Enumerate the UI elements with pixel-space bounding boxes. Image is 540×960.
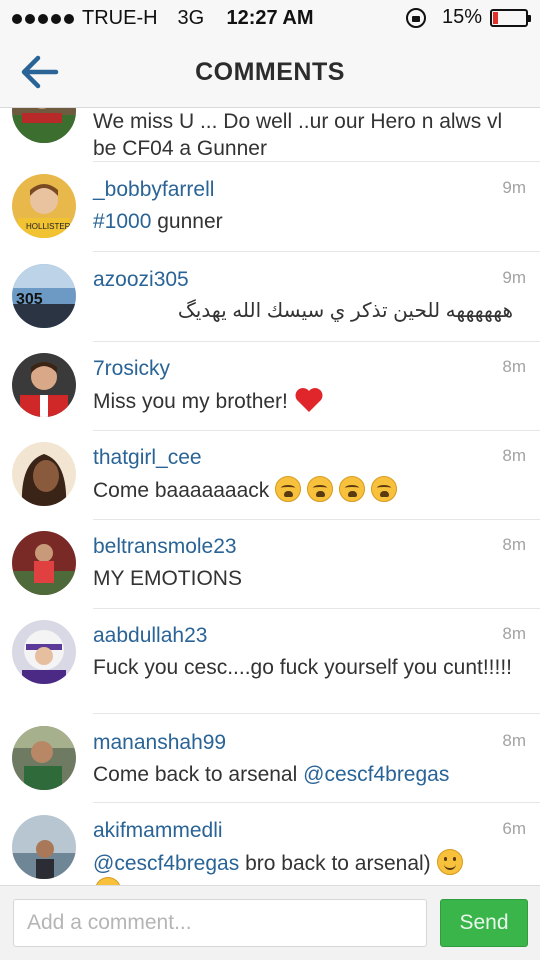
comment-item: akifmammedli @cescf4bregas bro back to a… — [0, 803, 540, 885]
comment-body: Come back to arsenal — [93, 763, 298, 786]
mention-link[interactable]: @cescf4bregas — [303, 763, 449, 786]
comment-item: aabdullah23 Fuck you cesc....go fuck you… — [0, 609, 540, 714]
avatar[interactable]: 305 — [12, 264, 76, 328]
comments-list[interactable]: We miss U ... Do well ..ur our Hero n al… — [0, 108, 540, 885]
avatar[interactable] — [12, 531, 76, 595]
comment-username[interactable]: beltransmole23 — [93, 535, 237, 559]
comment-input[interactable] — [13, 899, 427, 947]
comment-time: 8m — [502, 624, 526, 643]
svg-text:305: 305 — [16, 291, 43, 308]
status-right: 15% — [405, 6, 531, 29]
comment-username[interactable]: _bobbyfarrell — [93, 178, 214, 202]
comment-text: @cescf4bregas bro back to arsenal) — [93, 849, 513, 885]
comment-item: We miss U ... Do well ..ur our Hero n al… — [0, 108, 540, 162]
svg-text:HOLLISTER: HOLLISTER — [26, 222, 71, 231]
comment-time: 9m — [502, 268, 526, 287]
comment-time: 8m — [502, 446, 526, 465]
battery-level — [493, 11, 498, 24]
comment-username[interactable]: akifmammedli — [93, 819, 223, 843]
comment-body: gunner — [157, 210, 223, 233]
comment-item: thatgirl_cee Come baaaaaaack 8m — [0, 431, 540, 520]
comment-item: HOLLISTER _bobbyfarrell #1000 gunner 9m — [0, 162, 540, 252]
hashtag-link[interactable]: #1000 — [93, 210, 151, 233]
comment-item: 7rosicky Miss you my brother! 8m — [0, 342, 540, 431]
battery-icon — [490, 8, 531, 27]
avatar[interactable]: HOLLISTER — [12, 174, 76, 238]
comment-time: 9m — [502, 178, 526, 197]
comment-time: 8m — [502, 731, 526, 750]
comment-text: Fuck you cesc....go fuck yourself you cu… — [93, 656, 513, 679]
comment-text: Miss you my brother! — [93, 387, 513, 415]
smiling-face-icon — [436, 849, 463, 875]
comment-username[interactable]: 7rosicky — [93, 357, 170, 381]
comment-composer: Send — [0, 885, 540, 960]
weary-face-icon — [371, 476, 398, 502]
rotation-lock-icon — [405, 7, 426, 28]
comment-text: Come baaaaaaack — [93, 476, 513, 504]
comment-username[interactable]: mananshah99 — [93, 731, 226, 755]
avatar[interactable] — [12, 726, 76, 790]
avatar[interactable] — [12, 353, 76, 417]
send-button[interactable]: Send — [440, 899, 528, 947]
avatar[interactable] — [12, 108, 76, 143]
comment-body: bro back to arsenal) — [245, 852, 431, 875]
weary-face-icon — [307, 476, 334, 502]
weary-face-icon — [339, 476, 366, 502]
comment-item: beltransmole23 MY EMOTIONS 8m — [0, 520, 540, 609]
battery-percent: 15% — [441, 6, 482, 28]
screen: TRUE-H 3G 12:27 AM 15% COMMENTS We miss … — [0, 0, 540, 960]
comment-time: 8m — [502, 357, 526, 376]
comment-username[interactable]: azoozi305 — [93, 268, 189, 292]
comment-username[interactable]: aabdullah23 — [93, 624, 207, 648]
comment-body: Come baaaaaaack — [93, 479, 270, 502]
comment-text: We miss U ... Do well ..ur our Hero n al… — [93, 110, 503, 160]
avatar[interactable] — [12, 442, 76, 506]
comment-body: Miss you my brother! — [93, 390, 288, 413]
comment-item: 305 azoozi305 ههههههه للحين تذكر ي سيسك … — [0, 252, 540, 342]
weary-face-icon — [275, 476, 302, 502]
red-heart-icon — [295, 388, 323, 412]
avatar[interactable] — [12, 815, 76, 879]
comment-time: 8m — [502, 535, 526, 554]
avatar[interactable] — [12, 620, 76, 684]
comment-username[interactable]: thatgirl_cee — [93, 446, 202, 470]
navigation-bar: COMMENTS — [0, 36, 540, 108]
comment-text: ههههههه للحين تذكر ي سيسك الله يهديگ — [177, 300, 513, 322]
comment-text: #1000 gunner — [93, 208, 513, 235]
page-title: COMMENTS — [195, 58, 345, 86]
comment-time: 6m — [502, 819, 526, 838]
comment-text: MY EMOTIONS — [93, 567, 242, 590]
comment-item: mananshah99 Come back to arsenal @cescf4… — [0, 714, 540, 803]
smiling-face-icon — [95, 877, 121, 885]
mention-link[interactable]: @cescf4bregas — [93, 852, 239, 875]
comment-text: Come back to arsenal @cescf4bregas — [93, 761, 513, 788]
status-bar: TRUE-H 3G 12:27 AM 15% — [0, 0, 540, 36]
